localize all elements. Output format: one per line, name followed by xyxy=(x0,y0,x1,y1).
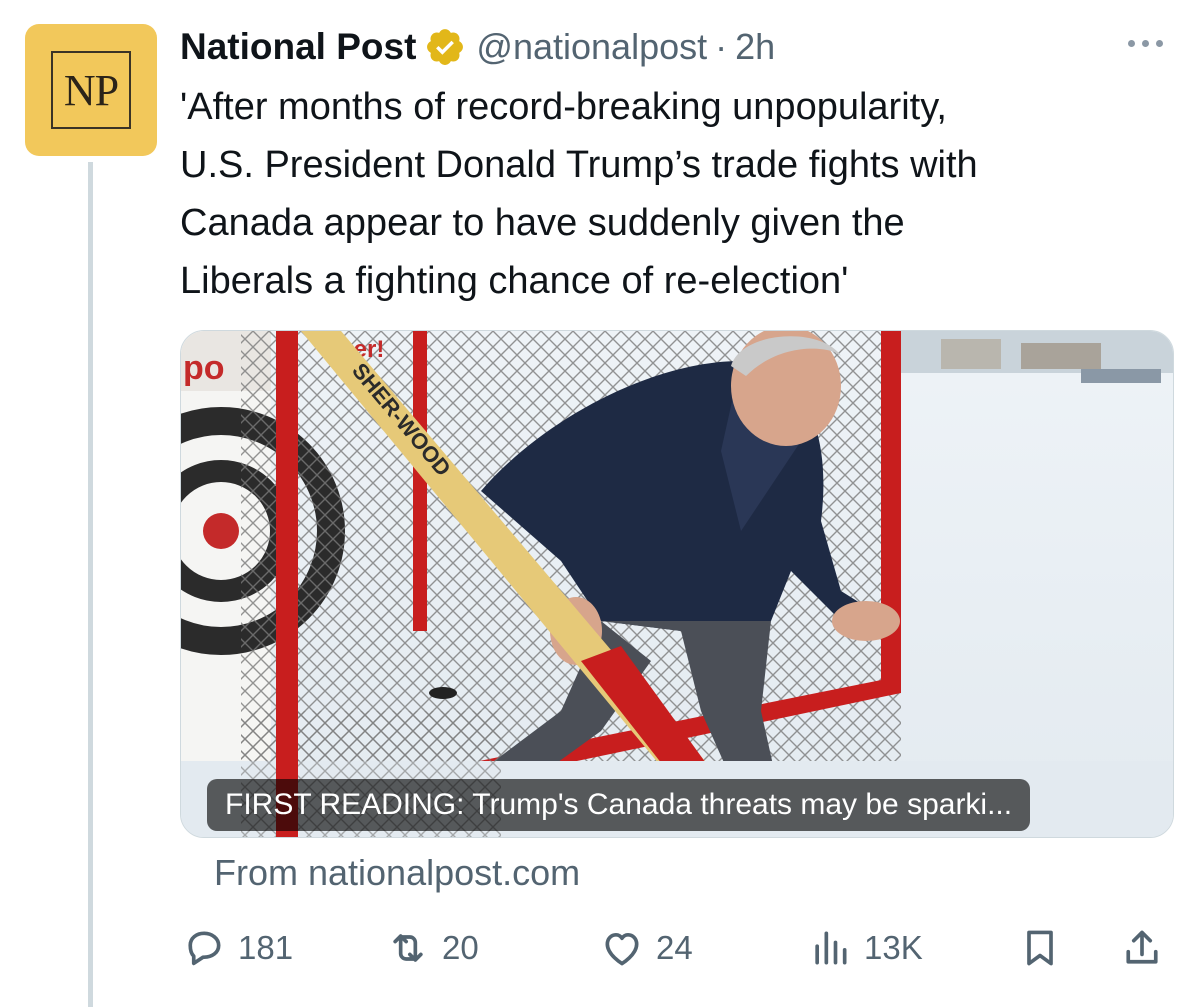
reply-button[interactable]: 181 xyxy=(182,918,293,978)
separator-dot: · xyxy=(715,26,728,67)
action-bar: 181 20 24 13K xyxy=(180,918,1174,978)
share-icon xyxy=(1126,930,1158,964)
author-name[interactable]: National Post xyxy=(180,26,416,68)
like-count: 24 xyxy=(656,929,693,966)
card-source-link[interactable]: From nationalpost.com xyxy=(214,852,580,894)
post-time[interactable]: 2h xyxy=(735,26,775,68)
card-caption[interactable]: FIRST READING: Trump's Canada threats ma… xyxy=(207,779,1031,831)
heart-icon xyxy=(605,932,639,966)
avatar[interactable]: NP xyxy=(25,24,157,156)
share-button[interactable] xyxy=(1120,918,1164,978)
repost-button[interactable]: 20 xyxy=(386,918,479,978)
post-header: National Post @nationalpost · 2h xyxy=(180,22,775,72)
repost-icon xyxy=(393,934,423,962)
post-text: 'After months of record-breaking unpopul… xyxy=(180,86,978,302)
like-button[interactable]: 24 xyxy=(600,918,693,978)
thread-line xyxy=(88,162,93,1007)
reply-count: 181 xyxy=(238,929,294,966)
repost-count: 20 xyxy=(442,929,479,966)
views-chart-icon xyxy=(815,931,847,965)
views-button[interactable]: 13K xyxy=(808,918,923,978)
gold-verified-icon[interactable] xyxy=(424,26,466,68)
reply-icon xyxy=(188,931,221,966)
more-options-icon[interactable] xyxy=(1128,32,1168,54)
avatar-logo: NP xyxy=(51,51,131,129)
sign-text: po xyxy=(183,349,225,387)
bookmark-icon xyxy=(1027,930,1053,966)
link-card[interactable]: po ther! SHER-WOOD FIRST READING: Trump'… xyxy=(180,330,1174,838)
photo-hockey-net: po ther! SHER-WOOD xyxy=(181,331,1173,837)
bookmark-button[interactable] xyxy=(1018,918,1062,978)
author-handle[interactable]: @nationalpost xyxy=(476,26,707,68)
views-count: 13K xyxy=(864,929,923,966)
